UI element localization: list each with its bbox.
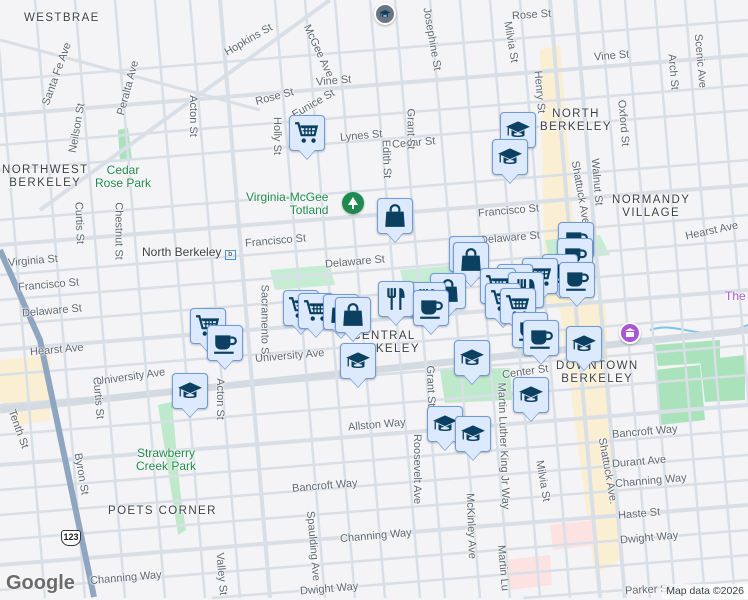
highway-123-shield: 123 [61, 530, 81, 546]
map-marker[interactable] [377, 198, 413, 234]
map-attribution[interactable]: Map data ©2026 [662, 584, 748, 599]
district-poets-corner: POETS CORNER [108, 505, 217, 517]
graduation-cap-icon [459, 345, 485, 371]
street-label: Curtis St [72, 201, 86, 245]
park-strawberry-creek[interactable]: Strawberry Creek Park [136, 447, 196, 473]
map-marker[interactable] [523, 320, 559, 356]
map-marker[interactable] [340, 343, 376, 379]
district-line: NORMANDY [612, 194, 691, 206]
park-line: Creek Park [136, 459, 197, 473]
road [0, 263, 748, 327]
shopping-bag-icon [382, 203, 408, 229]
district-line: VILLAGE [622, 207, 681, 219]
graduation-cap-icon [460, 421, 486, 447]
district-normandy-village: NORMANDY VILLAGE [612, 194, 690, 220]
street-label: Sacramento St [258, 284, 271, 358]
park-virginia-mcgee-totland[interactable]: Virginia-McGee Totland [246, 191, 328, 217]
google-logo[interactable]: Google [6, 572, 75, 594]
street-label: McKinley Ave [463, 492, 479, 560]
district-line: NORTHWEST [2, 164, 89, 176]
map-marker[interactable] [207, 325, 243, 361]
station-label: North Berkeley [142, 245, 222, 259]
map-marker[interactable] [413, 290, 449, 326]
street-label: Acton St [186, 95, 199, 137]
shopping-bag-icon [340, 302, 366, 328]
coffee-cup-icon [212, 330, 238, 356]
graduation-cap-icon [497, 144, 523, 170]
street-label: Grant St [404, 108, 417, 150]
map-marker[interactable] [378, 281, 414, 317]
map-marker[interactable] [566, 326, 602, 362]
district-north-berkeley: NORTH BERKELEY [540, 108, 612, 134]
transit-station-north-berkeley[interactable]: North Berkeley b [142, 245, 236, 260]
park-cedar-rose[interactable]: Cedar Rose Park [95, 164, 151, 190]
street-label: Roosevelt Ave [411, 433, 424, 505]
school-pin-icon[interactable] [374, 3, 396, 25]
poi-partial-label[interactable]: The [725, 289, 746, 303]
map-marker[interactable] [172, 373, 208, 409]
district-downtown-berkeley: DOWNTOWN BERKELEY [556, 360, 639, 386]
street-label: Grant St [423, 365, 438, 407]
street-label: Chestnut St [112, 202, 125, 260]
map-marker[interactable] [559, 262, 595, 298]
district-line: BERKELEY [561, 373, 634, 385]
bart-icon: b [224, 250, 236, 260]
district-line: BERKELEY [540, 121, 612, 133]
district-northwest-berkeley: NORTHWEST BERKELEY [2, 164, 89, 190]
coffee-cup-icon [564, 267, 590, 293]
district-westbrae: WESTBRAE [24, 12, 100, 24]
street-label: Edith St [379, 139, 393, 179]
road [0, 53, 748, 117]
shopping-cart-icon [294, 120, 320, 146]
map-marker[interactable] [454, 340, 490, 376]
street-label: Acton St [213, 378, 226, 420]
map-marker[interactable] [335, 297, 371, 333]
street-label: Holly St [270, 117, 283, 155]
park-line: Totland [289, 203, 329, 217]
map-marker[interactable] [492, 139, 528, 175]
graduation-cap-icon [345, 348, 371, 374]
district-line: NORTH [552, 108, 600, 120]
coffee-cup-icon [418, 295, 444, 321]
graduation-cap-icon [571, 331, 597, 357]
coffee-cup-icon [528, 325, 554, 351]
graduation-cap-icon [177, 378, 203, 404]
restaurant-icon [383, 286, 409, 312]
map-marker[interactable] [513, 377, 549, 413]
graduation-cap-icon [518, 382, 544, 408]
museum-pin-icon[interactable] [619, 322, 641, 344]
map-marker[interactable] [455, 416, 491, 452]
park-line: Rose Park [95, 176, 152, 190]
park-tree-pin-icon[interactable] [342, 192, 364, 214]
map-marker[interactable] [289, 115, 325, 151]
district-line: BERKELEY [9, 177, 82, 189]
